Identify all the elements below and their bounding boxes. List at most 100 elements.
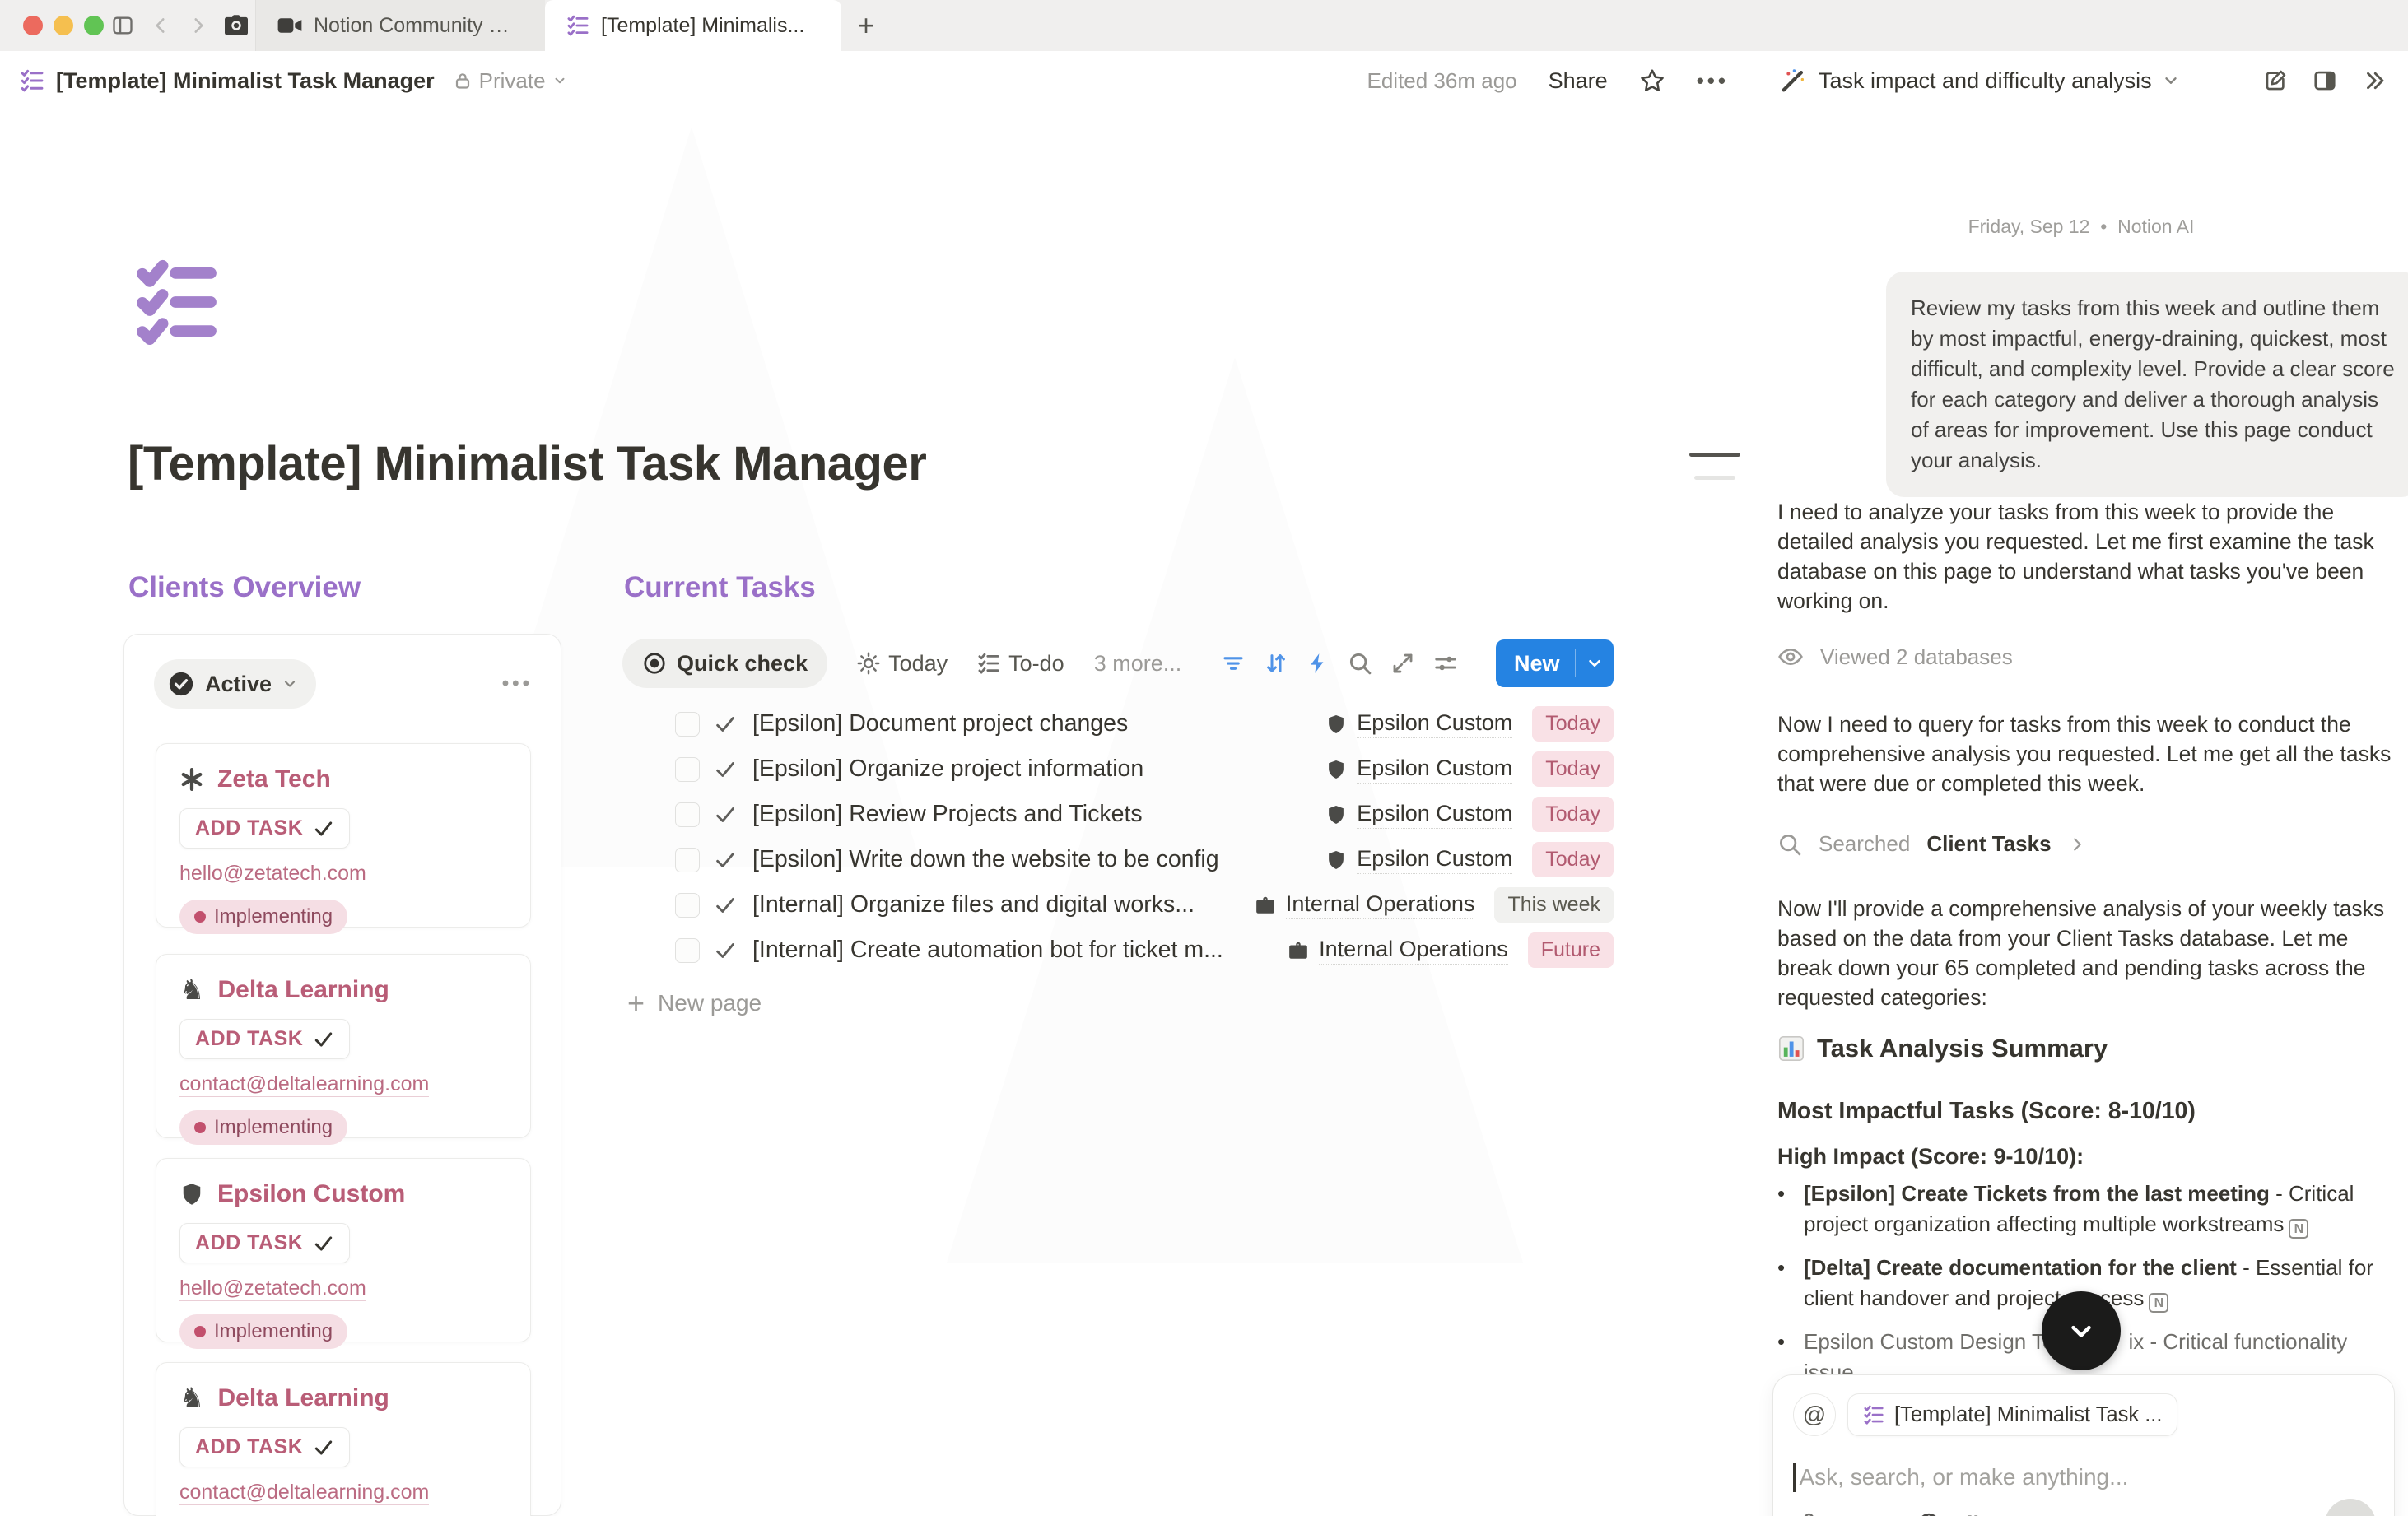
all-sources-selector[interactable]: All sources xyxy=(1917,1512,2071,1516)
forward-icon[interactable] xyxy=(179,0,217,51)
sidebar-toggle-icon[interactable] xyxy=(104,0,142,51)
client-name[interactable]: Delta Learning xyxy=(217,976,389,1004)
client-card[interactable]: Epsilon Custom ADD TASK hello@zetatech.c… xyxy=(156,1158,531,1342)
edited-timestamp: Edited 36m ago xyxy=(1367,68,1516,94)
client-name[interactable]: Epsilon Custom xyxy=(217,1180,405,1208)
view-tab-quick-check[interactable]: Quick check xyxy=(622,639,827,688)
client-relation[interactable]: Epsilon Custom xyxy=(1325,710,1512,738)
task-title[interactable]: [Internal] Create automation bot for tic… xyxy=(752,937,1268,964)
client-card[interactable]: Zeta Tech ADD TASK hello@zetatech.com Im… xyxy=(156,743,531,928)
client-relation[interactable]: Epsilon Custom xyxy=(1325,756,1512,784)
tab-minimalist-task-manager[interactable]: [Template] Minimalis... xyxy=(545,0,841,51)
ai-prompt-input[interactable]: Ask, search, or make anything... xyxy=(1793,1463,2374,1492)
notion-page-link-icon[interactable]: N xyxy=(2289,1219,2308,1239)
shield-icon xyxy=(1325,759,1347,780)
todo-check-icon xyxy=(713,938,738,963)
add-task-button[interactable]: ADD TASK xyxy=(179,1427,350,1467)
task-analysis-summary-heading: Task Analysis Summary xyxy=(1777,1034,2108,1063)
task-title[interactable]: [Internal] Organize files and digital wo… xyxy=(752,891,1235,918)
chevron-down-icon[interactable] xyxy=(2162,72,2180,90)
share-button[interactable]: Share xyxy=(1549,68,1608,94)
divider-handle[interactable] xyxy=(1689,453,1740,457)
zoom-window-icon[interactable] xyxy=(84,16,104,35)
ai-thread-title[interactable]: Task impact and difficulty analysis xyxy=(1819,68,2152,94)
shield-icon xyxy=(1325,714,1347,735)
mention-button[interactable]: @ xyxy=(1793,1393,1836,1436)
table-row[interactable]: [Epsilon] Document project changes Epsil… xyxy=(622,701,1614,746)
settings-sliders-icon[interactable] xyxy=(1433,651,1458,676)
task-checkbox[interactable] xyxy=(675,938,700,963)
add-task-button[interactable]: ADD TASK xyxy=(179,1223,350,1263)
ai-sidebar-header: Task impact and difficulty analysis xyxy=(1754,51,2408,110)
client-email-link[interactable]: contact@deltalearning.com xyxy=(179,1072,429,1097)
task-checkbox[interactable] xyxy=(675,802,700,827)
scroll-to-bottom-button[interactable] xyxy=(2042,1291,2121,1370)
client-relation[interactable]: Epsilon Custom xyxy=(1325,801,1512,829)
client-card[interactable]: ♞ Delta Learning ADD TASK contact@deltal… xyxy=(156,954,531,1138)
attachment-paperclip-icon[interactable] xyxy=(1793,1512,1818,1516)
expand-icon[interactable] xyxy=(1390,651,1415,676)
client-email-link[interactable]: hello@zetatech.com xyxy=(179,1277,366,1301)
task-checkbox[interactable] xyxy=(675,893,700,918)
client-email-link[interactable]: contact@deltalearning.com xyxy=(179,1481,429,1505)
panel-right-icon[interactable] xyxy=(2313,68,2337,93)
table-row[interactable]: [Epsilon] Organize project information E… xyxy=(622,746,1614,792)
active-filter-chip[interactable]: Active xyxy=(154,659,316,709)
client-relation[interactable]: Epsilon Custom xyxy=(1325,846,1512,874)
table-row[interactable]: [Epsilon] Review Projects and Tickets Ep… xyxy=(622,792,1614,837)
client-name[interactable]: Delta Learning xyxy=(217,1384,389,1412)
collapse-double-chevron-icon[interactable] xyxy=(2362,68,2387,93)
more-options-button[interactable]: ••• xyxy=(1697,68,1729,94)
ai-input-card[interactable]: @ [Template] Minimalist Task ... Ask, se… xyxy=(1772,1374,2395,1516)
close-window-icon[interactable] xyxy=(23,16,43,35)
task-checkbox[interactable] xyxy=(675,848,700,872)
view-tab-more[interactable]: 3 more... xyxy=(1094,651,1182,677)
notion-page-link-icon[interactable]: N xyxy=(2149,1293,2168,1313)
gallery-more-button[interactable]: ••• xyxy=(502,672,533,695)
ai-tool-call-searched[interactable]: Searched Client Tasks xyxy=(1777,831,2086,857)
auto-mode-label[interactable]: Auto xyxy=(1839,1512,1885,1516)
table-row[interactable]: [Internal] Create automation bot for tic… xyxy=(622,928,1614,973)
page-checklist-icon[interactable] xyxy=(130,255,229,349)
task-checkbox[interactable] xyxy=(675,757,700,782)
new-task-button[interactable]: New xyxy=(1496,639,1614,687)
breadcrumb[interactable]: [Template] Minimalist Task Manager xyxy=(20,68,435,94)
status-badge: Implementing xyxy=(179,1110,347,1145)
new-page-label: New page xyxy=(658,990,762,1016)
view-tab-todo[interactable]: To-do xyxy=(977,651,1064,677)
new-page-button[interactable]: + New page xyxy=(627,986,762,1021)
task-title[interactable]: [Epsilon] Write down the website to be c… xyxy=(752,846,1306,873)
table-row[interactable]: [Epsilon] Write down the website to be c… xyxy=(622,837,1614,882)
new-chat-compose-icon[interactable] xyxy=(2263,68,2288,93)
add-task-button[interactable]: ADD TASK xyxy=(179,808,350,849)
camera-icon[interactable] xyxy=(217,0,255,51)
client-relation[interactable]: Internal Operations xyxy=(1255,891,1475,919)
minimize-window-icon[interactable] xyxy=(54,16,73,35)
new-tab-button[interactable]: + xyxy=(841,0,891,51)
back-icon[interactable] xyxy=(142,0,179,51)
client-card[interactable]: ♞ Delta Learning ADD TASK contact@deltal… xyxy=(156,1362,531,1516)
tab-notion-community[interactable]: Notion Community Use xyxy=(255,0,545,51)
automation-bolt-icon[interactable] xyxy=(1306,652,1330,675)
filter-icon[interactable] xyxy=(1221,651,1246,676)
add-task-button[interactable]: ADD TASK xyxy=(179,1019,350,1059)
task-title[interactable]: [Epsilon] Document project changes xyxy=(752,710,1306,737)
knight-icon: ♞ xyxy=(179,1386,204,1411)
add-task-label: ADD TASK xyxy=(195,1027,303,1051)
view-tab-today[interactable]: Today xyxy=(857,651,948,677)
task-title[interactable]: [Epsilon] Organize project information xyxy=(752,756,1306,783)
client-relation[interactable]: Internal Operations xyxy=(1288,937,1508,965)
client-email-link[interactable]: hello@zetatech.com xyxy=(179,862,366,886)
ai-tool-call-viewed[interactable]: Viewed 2 databases xyxy=(1777,644,2013,670)
chevron-down-icon[interactable] xyxy=(1576,654,1614,672)
table-row[interactable]: [Internal] Organize files and digital wo… xyxy=(622,882,1614,928)
sort-icon[interactable] xyxy=(1264,651,1288,676)
context-page-chip[interactable]: [Template] Minimalist Task ... xyxy=(1847,1393,2177,1436)
task-checkbox[interactable] xyxy=(675,712,700,737)
send-button[interactable] xyxy=(2325,1499,2376,1516)
search-icon[interactable] xyxy=(1348,651,1372,676)
task-title[interactable]: [Epsilon] Review Projects and Tickets xyxy=(752,801,1306,828)
favorite-star-icon[interactable] xyxy=(1639,67,1665,94)
privacy-selector[interactable]: Private xyxy=(453,68,567,94)
client-name[interactable]: Zeta Tech xyxy=(217,765,331,793)
